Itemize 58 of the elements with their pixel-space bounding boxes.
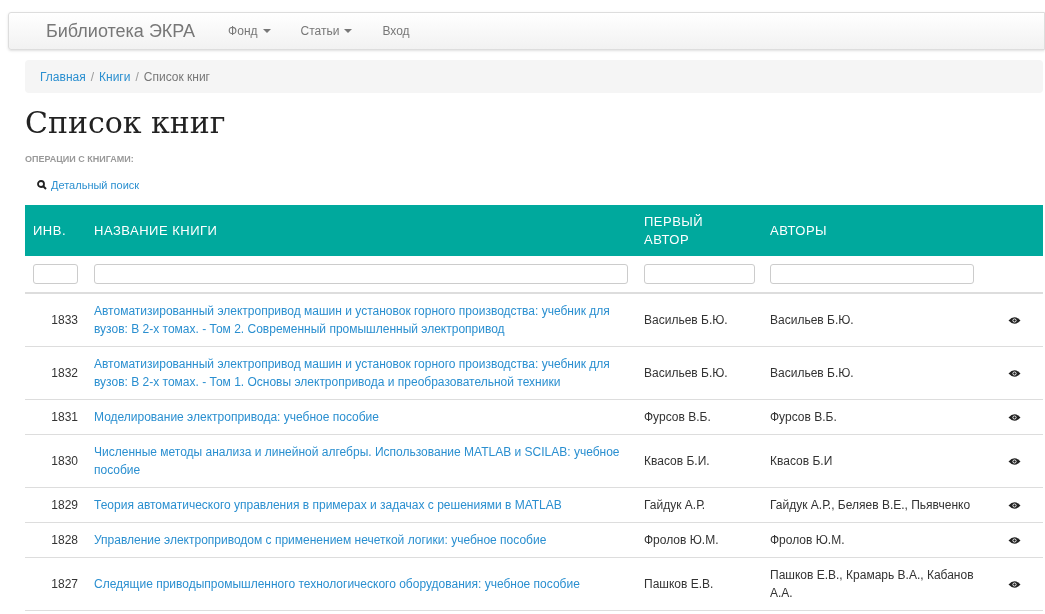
book-title-link[interactable]: Следящие приводыпромышленного технологического оборудования: учебное пособие <box>94 575 628 593</box>
column-header: ПЕРВЫЙ АВТОР <box>644 212 705 249</box>
book-title-link[interactable]: Автоматизированный электропривод машин и установок горного производства: учебник для вузов: В 2-х томах. - Том 1. Основы электропривода и преобразовательной техники <box>94 355 628 391</box>
breadcrumb-current: Список книг <box>143 68 210 86</box>
inventory-number: 1832 <box>50 365 78 382</box>
eye-icon[interactable] <box>1007 536 1021 546</box>
filter-field[interactable] <box>770 264 974 284</box>
first-author: Пашков Е.В. <box>644 577 714 591</box>
filter-field[interactable] <box>33 264 78 284</box>
column-header: ИНВ. <box>33 222 66 238</box>
separator: / <box>134 68 140 86</box>
page-title: Список книг <box>25 104 227 142</box>
dropdown-menu[interactable]: Фонд <box>213 22 286 40</box>
authors-text: Квасов Б.И <box>770 454 833 468</box>
authors-text: Васильев Б.Ю. <box>770 366 854 380</box>
authors-text: Пашков Е.В., Крамарь В.А., Кабанов А.А. <box>770 568 974 600</box>
inventory-number: 1830 <box>50 453 78 470</box>
search-icon <box>37 179 47 190</box>
first-author: Фурсов В.Б. <box>644 410 711 424</box>
eye-icon[interactable] <box>1007 316 1021 326</box>
book-title-link[interactable]: Автоматизированный электропривод машин и установок горного производства: учебник для вузов: В 2-х томах. - Том 2. Современный промышленный электропривод <box>94 302 628 338</box>
caret-icon <box>344 29 353 33</box>
first-author: Фролов Ю.М. <box>644 533 719 547</box>
inventory-number: 1831 <box>50 409 78 426</box>
nav-link[interactable]: Вход <box>367 22 425 40</box>
book-title-link[interactable]: Моделирование электропривода: учебное пособие <box>94 408 628 426</box>
section-label: ОПЕРАЦИИ С КНИГАМИ: <box>25 153 135 166</box>
book-title-link[interactable]: Теория автоматического управления в примерах и задачах с решениями в MATLAB <box>94 496 628 514</box>
first-author: Квасов Б.И. <box>644 454 710 468</box>
eye-icon[interactable] <box>1007 457 1021 467</box>
navbar-brand[interactable]: Библиотека ЭКРА <box>46 17 196 45</box>
separator: / <box>89 68 96 86</box>
search-link[interactable]: Детальный поиск <box>51 176 140 193</box>
dropdown-menu[interactable]: Статьи <box>285 22 368 40</box>
column-header: НАЗВАНИЕ КНИГИ <box>94 222 218 238</box>
authors-text: Гайдук А.Р., Беляев В.Е., Пьявченко <box>770 498 971 512</box>
filter-field[interactable] <box>94 264 628 284</box>
filter-field[interactable] <box>644 264 755 284</box>
column-header: АВТОРЫ <box>770 222 828 238</box>
eye-icon[interactable] <box>1007 501 1021 511</box>
breadcrumb-link[interactable]: Главная <box>40 67 86 86</box>
first-author: Васильев Б.Ю. <box>644 313 728 327</box>
inventory-number: 1833 <box>50 312 78 329</box>
breadcrumb-link[interactable]: Книги <box>99 67 131 86</box>
eye-icon[interactable] <box>1007 580 1021 590</box>
eye-icon[interactable] <box>1007 369 1021 379</box>
authors-text: Фролов Ю.М. <box>770 533 845 547</box>
first-author: Гайдук А.Р. <box>644 498 706 512</box>
first-author: Васильев Б.Ю. <box>644 366 728 380</box>
inventory-number: 1827 <box>50 576 78 593</box>
book-title-link[interactable]: Численные методы анализа и линейной алгебры. Использование MATLAB и SCILAB: учебное пособие <box>94 443 628 479</box>
inventory-number: 1829 <box>50 497 78 514</box>
authors-text: Фурсов В.Б. <box>770 410 837 424</box>
inventory-number: 1828 <box>50 532 78 549</box>
caret-icon <box>262 29 271 33</box>
book-title-link[interactable]: Управление электроприводом с применением нечеткой логики: учебное пособие <box>94 531 628 549</box>
authors-text: Васильев Б.Ю. <box>770 313 854 327</box>
eye-icon[interactable] <box>1007 413 1021 423</box>
